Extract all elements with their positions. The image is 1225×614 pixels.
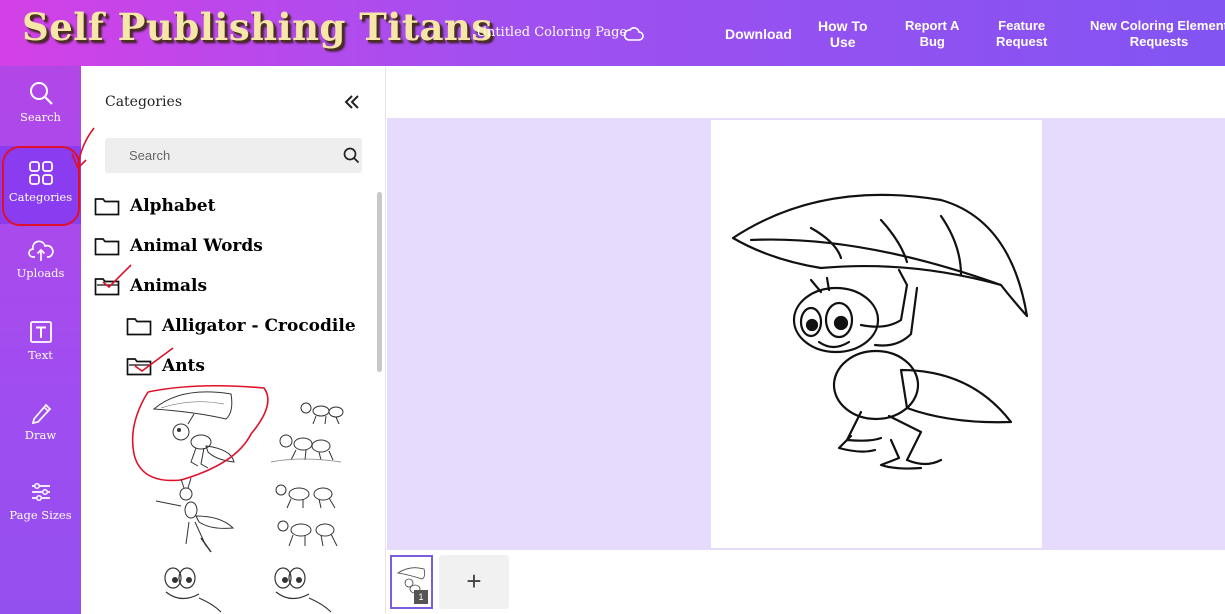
rail-item-text[interactable]: Text <box>0 306 81 384</box>
folder-icon <box>94 238 120 256</box>
new-element-line-1: New Coloring Element <box>1090 18 1225 33</box>
rail-label-categories: Categories <box>8 190 73 204</box>
tree-label: Alphabet <box>130 196 216 216</box>
rail-label-uploads: Uploads <box>16 266 65 280</box>
annotation-arrow <box>71 127 95 170</box>
new-element-line-2: Requests <box>1129 34 1189 49</box>
upload-cloud-icon <box>27 240 54 261</box>
tree-item-animal-words[interactable]: Animal Words <box>94 236 263 256</box>
download-button[interactable]: Download <box>725 26 792 42</box>
panel-scrollbar[interactable] <box>377 192 382 372</box>
tree-label: Animal Words <box>130 236 263 256</box>
pages-strip: 1 + <box>387 550 1225 614</box>
rail-label-page-sizes: Page Sizes <box>9 508 72 522</box>
page-thumbnail[interactable]: 1 <box>390 555 433 609</box>
annotation-circle <box>131 384 269 482</box>
panel-title: Categories <box>105 94 182 110</box>
rail-label-text: Text <box>28 348 53 362</box>
folder-icon <box>94 198 120 216</box>
category-search <box>105 138 362 173</box>
rail-item-draw[interactable]: Draw <box>0 386 81 464</box>
tree-label: Alligator - Crocodile <box>162 316 356 336</box>
rail-item-page-sizes[interactable]: Page Sizes <box>0 466 81 544</box>
thumbnail-ant-family[interactable] <box>261 386 361 474</box>
how-to-use-line-1: How To <box>818 18 868 34</box>
document-title[interactable]: Untitled Coloring Page <box>476 25 627 40</box>
thumbnail-cartoon-ant-1[interactable] <box>151 560 231 614</box>
how-to-use-line-2: Use <box>829 34 856 50</box>
feature-request-link[interactable]: Feature Request <box>996 18 1047 50</box>
feature-request-line-2: Request <box>996 34 1048 49</box>
cloud-save-icon[interactable] <box>623 25 645 43</box>
canvas-workspace <box>387 118 1225 550</box>
category-search-input[interactable] <box>105 138 325 173</box>
thumbnail-ant-walking[interactable] <box>151 476 256 554</box>
pencil-icon <box>31 403 51 424</box>
sliders-icon <box>31 482 50 502</box>
rail-item-uploads[interactable]: Uploads <box>0 226 81 304</box>
app-logo[interactable]: Self Publishing Titans <box>22 5 493 49</box>
grid-icon <box>28 161 53 185</box>
search-icon[interactable] <box>343 147 360 164</box>
report-bug-line-2: Bug <box>919 34 945 49</box>
thumbnail-cartoon-ant-2[interactable] <box>261 560 341 614</box>
text-icon <box>29 321 52 343</box>
how-to-use-link[interactable]: How To Use <box>818 18 868 50</box>
tree-item-alphabet[interactable]: Alphabet <box>94 196 215 216</box>
annotation-check-mark <box>102 264 132 289</box>
categories-panel: Categories Alphabet Animal Words Animals <box>81 66 386 614</box>
search-icon <box>29 82 53 105</box>
feature-request-line-1: Feature <box>998 18 1046 33</box>
report-bug-link[interactable]: Report A Bug <box>905 18 959 50</box>
rail-label-search: Search <box>20 110 61 124</box>
new-element-request-link[interactable]: New Coloring Element Requests <box>1090 18 1225 50</box>
rail-label-draw: Draw <box>24 428 57 442</box>
tree-label: Animals <box>130 276 208 296</box>
top-header: Self Publishing Titans Untitled Coloring… <box>0 0 1225 66</box>
tree-item-alligator-crocodile[interactable]: Alligator - Crocodile <box>126 316 356 336</box>
page-number-badge: 1 <box>414 590 428 604</box>
report-bug-line-1: Report A <box>905 18 960 33</box>
thumbnail-two-ants[interactable] <box>263 476 358 556</box>
double-chevron-left-icon[interactable] <box>343 93 361 111</box>
folder-icon <box>126 318 152 336</box>
annotation-check-mark <box>134 347 174 372</box>
canvas-toolbar <box>387 66 1225 118</box>
ant-with-leaf-artwork[interactable] <box>711 120 1042 548</box>
add-page-button[interactable]: + <box>439 555 509 609</box>
coloring-page[interactable] <box>711 120 1042 548</box>
